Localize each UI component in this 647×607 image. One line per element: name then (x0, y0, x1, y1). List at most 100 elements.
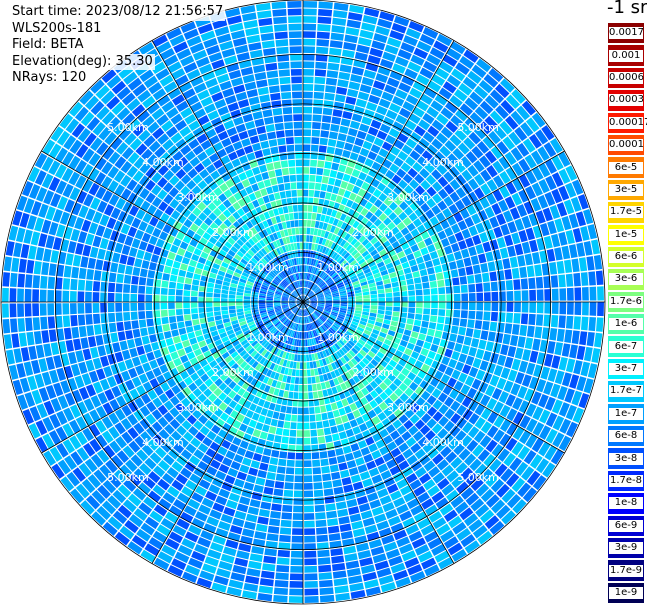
ray-gate (257, 469, 267, 479)
ray-gate (284, 383, 291, 391)
ray-gate (272, 9, 287, 17)
ray-gate (257, 516, 269, 525)
ray-gate (294, 220, 299, 227)
ray-gate (359, 147, 370, 157)
ray-gate (35, 344, 45, 359)
ray-gate (303, 167, 310, 174)
ray-gate (583, 346, 593, 362)
ray-gate (221, 306, 228, 311)
ray-gate (318, 8, 333, 17)
ray-gate (293, 490, 303, 498)
ray-gate (268, 426, 277, 434)
ray-gate (252, 64, 266, 74)
colorbar-tick-label: 0.00017 (609, 116, 647, 129)
ray-gate (276, 564, 290, 573)
ray-gate (153, 302, 160, 310)
ray-gate (329, 170, 338, 178)
ray-gate (95, 334, 104, 346)
ray-gate (297, 204, 303, 212)
ray-gate (104, 250, 114, 262)
ray-gate (334, 178, 342, 187)
ray-gate (324, 434, 333, 443)
ray-gate (174, 254, 183, 263)
ray-gate (281, 512, 292, 520)
ray-gate (183, 283, 192, 291)
range-ring-label: 1.00km (317, 261, 359, 274)
ray-gate (309, 414, 316, 422)
ray-gate (303, 392, 309, 400)
ray-gate (305, 347, 309, 354)
ray-gate (95, 259, 104, 271)
ray-gate (295, 369, 300, 377)
ray-gate (312, 122, 321, 130)
ray-gate (314, 76, 326, 85)
ray-gate (445, 309, 453, 317)
ray-gate (432, 257, 441, 267)
ray-gate (355, 304, 363, 308)
ray-gate (112, 342, 121, 353)
ray-gate (258, 509, 270, 518)
ray-gate (303, 189, 309, 197)
ray-gate (327, 518, 339, 527)
ray-gate (423, 295, 431, 302)
ray-gate (296, 362, 300, 369)
ray-gate (413, 277, 422, 284)
ray-gate (452, 277, 460, 286)
colorbar-cell: 6e-9 (607, 514, 645, 537)
ray-gate (124, 235, 134, 247)
ray-gate (535, 276, 544, 289)
ray-gate (313, 99, 324, 107)
ray-gate (521, 241, 531, 254)
ray-gate (183, 290, 191, 297)
ray-gate (309, 361, 314, 369)
ray-gate (296, 182, 303, 189)
ray-gate (303, 76, 314, 84)
ray-gate (213, 297, 221, 302)
ray-gate (354, 137, 365, 147)
ray-gate (472, 234, 482, 246)
ray-gate (551, 302, 559, 315)
ray-gate (2, 287, 9, 302)
ray-gate (546, 340, 556, 354)
ray-gate (430, 287, 438, 295)
ray-gate (335, 592, 351, 602)
ray-gate (316, 421, 323, 429)
ray-gate (303, 339, 306, 347)
ray-gate (385, 310, 393, 316)
ray-gate (408, 296, 416, 302)
ray-gate (241, 489, 253, 498)
ray-gate (274, 31, 288, 40)
ray-gate (228, 309, 236, 314)
ray-gate (376, 313, 385, 319)
ray-gate (452, 317, 460, 326)
ray-gate (320, 130, 330, 138)
ray-gate (248, 42, 262, 51)
ray-gate (130, 302, 138, 312)
ray-gate (168, 281, 177, 289)
colorbar-tick-label: 6e-5 (609, 161, 643, 174)
ray-gate (297, 422, 303, 430)
colorbar-cell: 1.7e-8 (607, 469, 645, 493)
ray-gate (125, 330, 134, 340)
ray-gate (451, 350, 461, 361)
ray-gate (588, 271, 596, 286)
ray-gate (426, 267, 435, 275)
ray-gate (259, 94, 271, 103)
ray-gate (266, 472, 276, 480)
ray-gate (255, 477, 266, 486)
ray-gate (222, 314, 230, 320)
ray-gate (312, 106, 323, 115)
ray-gate (282, 107, 293, 115)
ray-gate (221, 289, 229, 295)
ray-gate (482, 350, 492, 362)
ray-gate (275, 427, 283, 436)
colorbar-cell: 3e-7 (607, 357, 645, 381)
ray-gate (314, 69, 327, 77)
ray-gate (123, 284, 131, 293)
ray-gate (504, 323, 513, 334)
ray-gate (346, 498, 358, 508)
colorbar-cell: 0.0003 (607, 89, 645, 112)
ray-gate (338, 164, 347, 173)
ray-gate (150, 254, 160, 263)
ray-gate (20, 347, 30, 362)
